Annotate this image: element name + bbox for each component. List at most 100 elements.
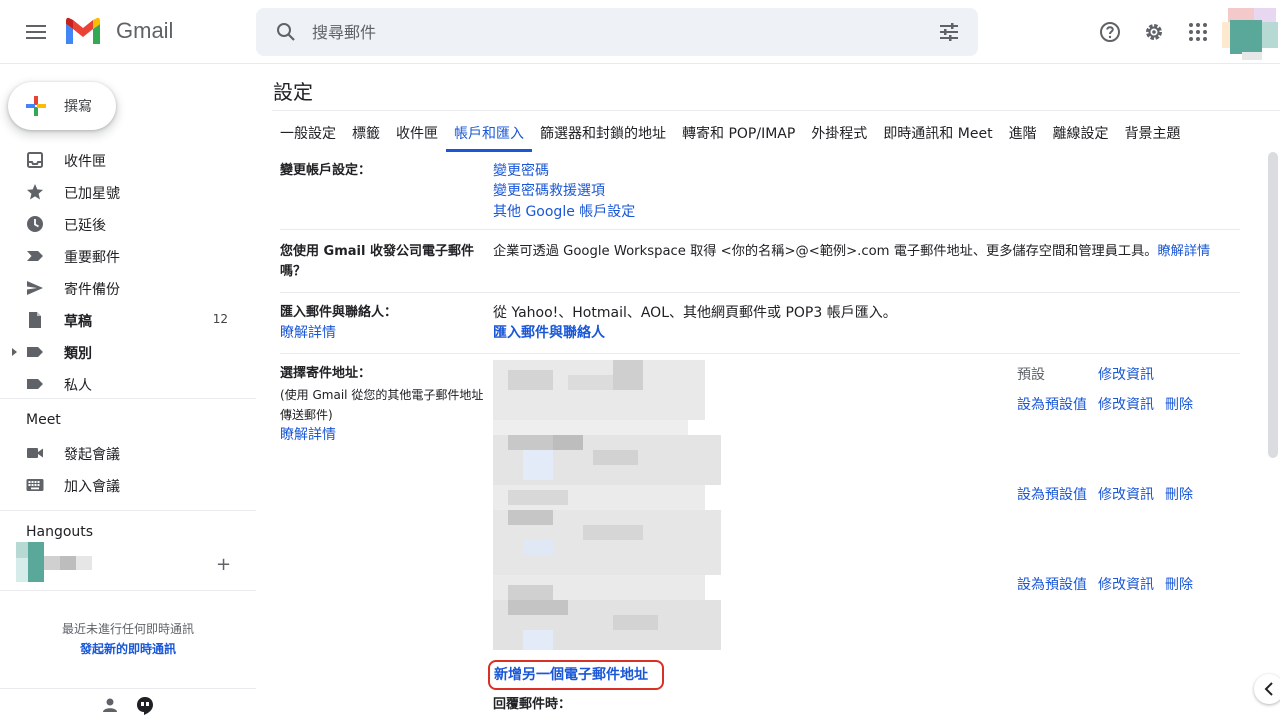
delete-address-link[interactable]: 刪除 — [1165, 395, 1193, 415]
chevron-left-icon — [1264, 682, 1273, 696]
import-description: 從 Yahoo!、Hotmail、AOL、其他網頁郵件或 POP3 帳戶匯入。 — [493, 305, 897, 321]
add-email-address-link[interactable]: 新增另一個電子郵件地址 — [494, 665, 648, 685]
start-new-chat-link[interactable]: 發起新的即時通訊 — [0, 640, 256, 657]
contacts-person-icon[interactable] — [102, 697, 118, 713]
keyboard-icon — [26, 479, 44, 491]
settings-main: 設定 一般設定 標籤 收件匣 帳戶和匯入 篩選器和封鎖的地址 轉寄和 POP/I… — [256, 64, 1280, 720]
sidebar-item-inbox[interactable]: 收件匣 — [0, 144, 256, 176]
set-default-link[interactable]: 設為預設值 — [1017, 485, 1087, 505]
meet-join-meeting[interactable]: 加入會議 — [0, 469, 256, 501]
edit-info-link[interactable]: 修改資訊 — [1098, 365, 1154, 385]
search-bar[interactable] — [256, 8, 978, 56]
sidebar-item-personal[interactable]: 私人 — [0, 368, 256, 400]
scrollbar-thumb[interactable] — [1268, 152, 1278, 458]
settings-tabs: 一般設定 標籤 收件匣 帳戶和匯入 篩選器和封鎖的地址 轉寄和 POP/IMAP… — [272, 112, 1189, 152]
important-icon — [27, 251, 43, 261]
left-navigation: 撰寫 收件匣 已加星號 已延後 重要郵件 寄件備份 草稿 12 類別 私人 Me… — [0, 64, 256, 720]
settings-gear-icon[interactable] — [1142, 20, 1166, 44]
tab-chat-and-meet[interactable]: 即時通訊和 Meet — [875, 112, 1000, 152]
meet-new-meeting[interactable]: 發起會議 — [0, 437, 256, 469]
account-avatar[interactable] — [1222, 4, 1278, 60]
tab-addons[interactable]: 外掛程式 — [803, 112, 875, 152]
compose-button[interactable]: 撰寫 — [8, 82, 116, 130]
change-password-link[interactable]: 變更密碼 — [493, 161, 549, 181]
import-learn-more-link[interactable]: 瞭解詳情 — [280, 323, 336, 343]
section-divider — [0, 398, 256, 399]
gmail-logo[interactable]: Gmail — [64, 16, 173, 46]
tab-accounts-and-import[interactable]: 帳戶和匯入 — [446, 112, 532, 152]
meet-section-title: Meet — [26, 412, 61, 428]
compose-label: 撰寫 — [64, 99, 92, 115]
set-default-link[interactable]: 設為預設值 — [1017, 395, 1087, 415]
row-divider — [280, 292, 1240, 293]
change-recovery-link[interactable]: 變更密碼救援選項 — [493, 181, 605, 201]
workspace-promo-text: 企業可透過 Google Workspace 取得 <你的名稱>@<範例>.co… — [493, 242, 1210, 262]
sidebar-item-important[interactable]: 重要郵件 — [0, 240, 256, 272]
sidebar-item-starred[interactable]: 已加星號 — [0, 176, 256, 208]
hangouts-user-avatar[interactable] — [16, 542, 92, 582]
expand-arrow-icon[interactable] — [12, 348, 17, 356]
main-menu-button[interactable] — [24, 20, 48, 44]
tab-labels[interactable]: 標籤 — [344, 112, 388, 152]
search-options-icon[interactable] — [938, 21, 960, 43]
sidebar-item-snoozed[interactable]: 已延後 — [0, 208, 256, 240]
send-as-sublabel-line2: 傳送郵件) — [280, 408, 333, 422]
apps-grid-icon[interactable] — [1186, 20, 1210, 44]
sidebar-item-label: 加入會議 — [64, 479, 120, 495]
send-as-learn-more-link[interactable]: 瞭解詳情 — [280, 425, 336, 445]
tab-advanced[interactable]: 進階 — [1001, 112, 1045, 152]
section-divider — [0, 590, 256, 591]
row-divider — [280, 229, 1240, 230]
search-icon[interactable] — [274, 20, 298, 44]
hangouts-chat-icon[interactable] — [134, 695, 156, 717]
edit-info-link[interactable]: 修改資訊 — [1098, 395, 1154, 415]
redacted-email-addresses — [493, 360, 721, 650]
sidebar-item-label: 私人 — [64, 378, 92, 394]
workspace-description: 企業可透過 Google Workspace 取得 <你的名稱>@<範例>.co… — [493, 244, 1158, 259]
tab-general[interactable]: 一般設定 — [272, 112, 344, 152]
help-icon[interactable] — [1098, 20, 1122, 44]
side-panel-toggle[interactable] — [1254, 674, 1280, 704]
default-address-label: 預設 — [1017, 367, 1045, 383]
sidebar-item-label: 寄件備份 — [64, 282, 120, 298]
inbox-icon — [27, 152, 43, 168]
star-icon — [27, 184, 43, 200]
compose-plus-icon — [26, 96, 46, 116]
delete-address-link[interactable]: 刪除 — [1165, 485, 1193, 505]
label-icon — [27, 347, 43, 357]
workspace-label-line2: 嗎？ — [280, 264, 307, 279]
edit-info-link[interactable]: 修改資訊 — [1098, 485, 1154, 505]
gmail-wordmark: Gmail — [116, 18, 174, 43]
tab-offline[interactable]: 離線設定 — [1045, 112, 1117, 152]
search-input[interactable] — [312, 20, 912, 44]
google-account-settings-link[interactable]: 其他 Google 帳戶設定 — [493, 202, 635, 222]
import-label: 匯入郵件與聯絡人： — [280, 305, 398, 320]
section-divider — [0, 510, 256, 511]
sidebar-item-label: 已延後 — [64, 218, 106, 234]
sidebar-item-categories[interactable]: 類別 — [0, 336, 256, 368]
edit-info-link[interactable]: 修改資訊 — [1098, 575, 1154, 595]
workspace-learn-more-link[interactable]: 瞭解詳情 — [1157, 244, 1210, 259]
hangouts-bottom-bar — [0, 688, 256, 720]
tab-inbox[interactable]: 收件匣 — [388, 112, 446, 152]
send-as-label: 選擇寄件地址： — [280, 366, 372, 381]
delete-address-link[interactable]: 刪除 — [1165, 575, 1193, 595]
import-mail-contacts-link[interactable]: 匯入郵件與聯絡人 — [493, 323, 605, 343]
workspace-label: 您使用 Gmail 收發公司電子郵件 — [280, 244, 474, 259]
label-icon — [27, 379, 43, 389]
sidebar-item-drafts[interactable]: 草稿 12 — [0, 304, 256, 336]
video-icon — [27, 448, 43, 458]
reply-label-text: 回覆郵件時： — [493, 697, 572, 712]
tab-filters[interactable]: 篩選器和封鎖的地址 — [532, 112, 674, 152]
clock-icon — [27, 216, 43, 232]
tab-themes[interactable]: 背景主題 — [1117, 112, 1189, 152]
tab-forwarding-pop-imap[interactable]: 轉寄和 POP/IMAP — [674, 112, 803, 152]
hangouts-empty-text: 最近未進行任何即時通訊 — [61, 622, 194, 636]
page-title: 設定 — [273, 80, 313, 104]
draft-icon — [29, 312, 41, 328]
set-default-link[interactable]: 設為預設值 — [1017, 575, 1087, 595]
send-icon — [27, 281, 43, 295]
sidebar-item-sent[interactable]: 寄件備份 — [0, 272, 256, 304]
new-hangout-plus-icon[interactable]: + — [216, 554, 231, 575]
sidebar-item-label: 草稿 — [64, 314, 92, 330]
